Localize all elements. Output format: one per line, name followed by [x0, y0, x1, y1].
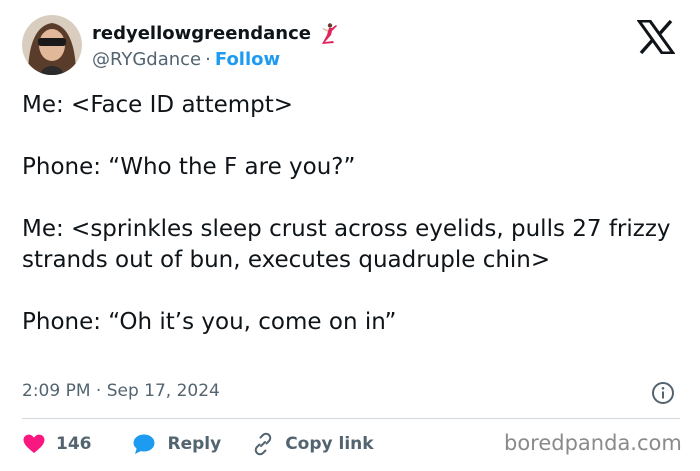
separator: · [205, 49, 211, 70]
like-count: 146 [56, 434, 92, 454]
display-name[interactable]: redyellowgreendance [92, 22, 311, 46]
follow-button[interactable]: Follow [215, 49, 280, 70]
link-icon [251, 432, 275, 456]
avatar[interactable] [22, 15, 82, 75]
tweet-text: Me: <Face ID attempt> Phone: “Who the F … [22, 90, 682, 338]
like-button[interactable]: 146 [22, 432, 92, 456]
tweet-paragraph-4: Phone: “Oh it’s you, come on in” [22, 309, 397, 335]
tweet-timestamp[interactable]: 2:09 PM · Sep 17, 2024 [22, 379, 220, 403]
watermark: boredpanda.com [504, 431, 682, 455]
divider [22, 418, 680, 419]
reply-bubble-icon [132, 432, 156, 456]
x-logo-icon[interactable] [636, 19, 676, 55]
handle-row: @RYGdance · Follow [92, 48, 280, 72]
heart-icon [22, 432, 46, 456]
tweet-paragraph-3: Me: <sprinkles sleep crust across eyelid… [22, 216, 678, 273]
tweet-paragraph-1: Me: <Face ID attempt> [22, 92, 294, 118]
tweet-paragraph-2: Phone: “Who the F are you?” [22, 154, 356, 180]
dancer-emoji-icon [317, 22, 341, 46]
reply-label: Reply [167, 434, 222, 454]
tweet-actions: 146 Reply Copy link [22, 428, 404, 460]
author-handle[interactable]: @RYGdance [92, 49, 201, 70]
reply-button[interactable]: Reply [132, 432, 222, 456]
info-icon[interactable] [651, 381, 675, 405]
copy-link-label: Copy link [285, 434, 374, 454]
author-name-row[interactable]: redyellowgreendance [92, 22, 341, 46]
copy-link-button[interactable]: Copy link [251, 432, 374, 456]
